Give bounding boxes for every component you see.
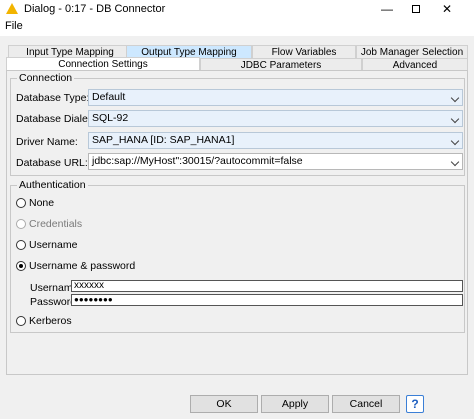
auth-username-password-option[interactable]: Username & password <box>16 260 135 272</box>
radio-username-password[interactable] <box>16 261 26 271</box>
minimize-button[interactable]: — <box>372 0 402 18</box>
auth-username-password-label: Username & password <box>29 260 136 272</box>
database-dialect-value: SQL-92 <box>92 112 129 124</box>
driver-name-value: SAP_HANA [ID: SAP_HANA1] <box>92 134 235 146</box>
chevron-down-icon <box>450 114 460 124</box>
radio-username[interactable] <box>16 240 26 250</box>
auth-none-option[interactable]: None <box>16 197 54 209</box>
tab-connection-settings[interactable]: Connection Settings <box>6 57 200 71</box>
close-button[interactable]: ✕ <box>432 0 462 18</box>
password-input[interactable]: ●●●●●●●● <box>71 294 463 306</box>
database-url-value: jdbc:sap://MyHost":30015/?autocommit=fal… <box>92 155 303 167</box>
help-button[interactable]: ? <box>406 395 424 413</box>
auth-none-label: None <box>29 197 55 209</box>
tab-flow-variables[interactable]: Flow Variables <box>252 45 356 58</box>
title-bar: Dialog - 0:17 - DB Connector — ✕ <box>0 0 474 18</box>
username-input[interactable]: xxxxxx <box>71 280 463 292</box>
database-url-select[interactable]: jdbc:sap://MyHost":30015/?autocommit=fal… <box>88 153 463 170</box>
menu-bar: File <box>0 19 474 35</box>
auth-username-label: Username <box>29 239 78 251</box>
driver-name-select[interactable]: SAP_HANA [ID: SAP_HANA1] <box>88 132 463 149</box>
menu-file[interactable]: File <box>5 20 23 32</box>
connection-group-title: Connection <box>17 72 75 84</box>
database-dialect-label: Database Dialect: <box>16 113 99 125</box>
driver-name-label: Driver Name: <box>16 136 78 148</box>
radio-credentials[interactable] <box>16 219 26 229</box>
auth-credentials-option[interactable]: Credentials <box>16 218 82 230</box>
database-type-label: Database Type: <box>16 92 90 104</box>
apply-button[interactable]: Apply <box>261 395 329 413</box>
database-type-select[interactable]: Default <box>88 89 463 106</box>
database-dialect-select[interactable]: SQL-92 <box>88 110 463 127</box>
auth-username-option[interactable]: Username <box>16 239 77 251</box>
warning-triangle-icon <box>6 3 18 14</box>
tab-job-manager-selection[interactable]: Job Manager Selection <box>356 45 468 58</box>
maximize-button[interactable] <box>401 0 431 18</box>
database-type-value: Default <box>92 91 126 103</box>
radio-none[interactable] <box>16 198 26 208</box>
auth-kerberos-option[interactable]: Kerberos <box>16 315 72 327</box>
cancel-button[interactable]: Cancel <box>332 395 400 413</box>
chevron-down-icon <box>450 136 460 146</box>
ok-button[interactable]: OK <box>190 395 258 413</box>
chevron-down-icon <box>450 157 460 167</box>
database-url-label: Database URL: <box>16 157 88 169</box>
auth-credentials-label: Credentials <box>29 218 83 230</box>
radio-kerberos[interactable] <box>16 316 26 326</box>
auth-kerberos-label: Kerberos <box>29 315 72 327</box>
maximize-icon <box>412 5 420 13</box>
chevron-down-icon <box>450 93 460 103</box>
authentication-group-title: Authentication <box>17 179 88 191</box>
authentication-group: Authentication <box>10 179 465 333</box>
window-title: Dialog - 0:17 - DB Connector <box>24 3 166 15</box>
